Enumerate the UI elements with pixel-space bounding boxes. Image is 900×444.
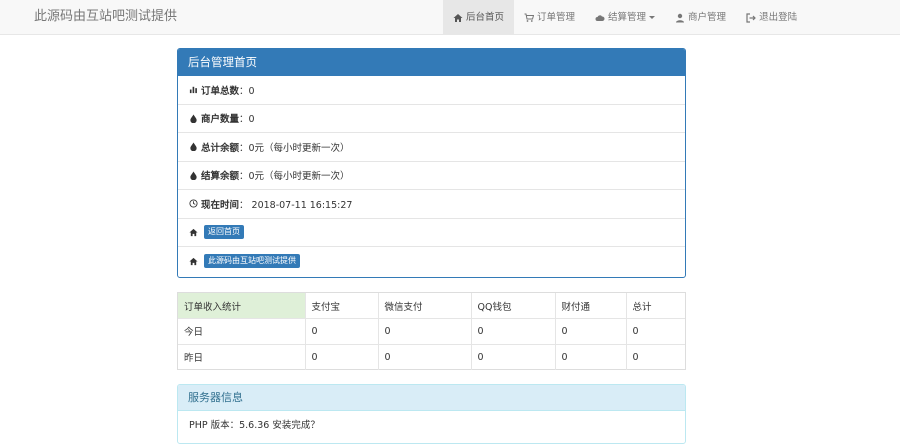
tint-icon	[190, 114, 197, 123]
list-item-total-balance: 总计余额 ：0元（每小时更新一次）	[178, 133, 685, 162]
table-header: 订单收入统计	[178, 293, 306, 319]
settle-balance-value: ：0元（每小时更新一次）	[239, 171, 350, 183]
table-cell: 0	[632, 351, 639, 363]
merchant-count-value: ：0	[239, 114, 255, 126]
admin-overview-panel: 后台管理首页 订单总数 ：0 商户数量 ：0 总计余额 ：0元（每小时更新一次）…	[177, 48, 686, 278]
list-item-source-link: 此源码由互站吧测试提供	[178, 247, 685, 276]
cloud-icon	[595, 14, 605, 21]
table-header: 微信支付	[378, 293, 472, 319]
list-item-merchant-count: 商户数量 ：0	[178, 105, 685, 133]
nav-merchants-label: 商户管理	[688, 11, 727, 23]
settle-balance-label: 结算余额	[201, 171, 240, 183]
nav-orders[interactable]: 订单管理	[514, 0, 585, 35]
table-header-row: 订单收入统计 支付宝 微信支付 QQ钱包 财付通 总计	[178, 293, 685, 319]
logout-icon	[746, 12, 756, 23]
nav-settlement[interactable]: 结算管理	[585, 0, 665, 35]
server-info-panel: 服务器信息 PHP 版本：5.6.36 安装完成？	[177, 384, 686, 444]
nav-logout[interactable]: 退出登陆	[736, 0, 807, 35]
panel-title: 后台管理首页	[178, 49, 685, 76]
table-cell: 今日	[178, 318, 306, 345]
home-icon	[189, 257, 198, 265]
table-cell: 0	[471, 318, 556, 345]
current-time-value: ： 2018-07-11 16:15:27	[239, 199, 353, 211]
table-header: 总计	[626, 293, 685, 319]
tint-icon	[190, 142, 197, 152]
total-balance-value: ：0元（每小时更新一次）	[239, 142, 350, 154]
table-header: 财付通	[555, 293, 627, 319]
list-item-current-time: 现在时间 ： 2018-07-11 16:15:27	[178, 190, 685, 219]
list-item-settle-balance: 结算余额 ：0元（每小时更新一次）	[178, 162, 685, 190]
source-provider-button[interactable]: 此源码由互站吧测试提供	[204, 254, 300, 269]
order-total-value: ：0	[239, 85, 255, 97]
chevron-down-icon	[649, 16, 656, 19]
table-cell: 0	[471, 344, 556, 370]
table-cell: 0	[305, 318, 379, 345]
tint-icon	[190, 171, 197, 180]
table-cell: 0	[555, 344, 627, 370]
nav-logout-label: 退出登陆	[759, 11, 798, 23]
table-header: 支付宝	[305, 293, 379, 319]
income-stats-table: 订单收入统计 支付宝 微信支付 QQ钱包 财付通 总计 今日 0 0 0 0 0…	[177, 292, 686, 370]
main-nav: 后台首页 订单管理 结算管理 商户管理 退出登陆	[443, 0, 807, 35]
server-info-title: 服务器信息	[178, 385, 685, 411]
brand-title[interactable]: 此源码由互站吧测试提供	[34, 0, 177, 35]
nav-home-label: 后台首页	[466, 11, 505, 23]
list-item-home-link: 返回首页	[178, 219, 685, 247]
stats-icon	[189, 87, 197, 94]
shopping-cart-icon	[524, 13, 535, 22]
merchant-count-label: 商户数量	[201, 114, 240, 126]
table-cell: 昨日	[178, 344, 306, 370]
top-navbar: 此源码由互站吧测试提供 后台首页 订单管理 结算管理 商户管理 退出登陆	[0, 0, 900, 35]
user-icon	[676, 13, 685, 22]
table-cell: 0	[626, 318, 685, 345]
total-balance-label: 总计余额	[201, 142, 240, 154]
table-row: 今日 0 0 0 0 0	[178, 318, 685, 345]
stats-table: 订单收入统计 支付宝 微信支付 QQ钱包 财付通 总计 今日 0 0 0 0 0…	[178, 293, 685, 370]
nav-merchants[interactable]: 商户管理	[665, 0, 736, 35]
list-item-order-total: 订单总数 ：0	[178, 76, 685, 105]
clock-icon	[189, 199, 198, 208]
nav-orders-label: 订单管理	[537, 11, 576, 23]
current-time-label: 现在时间	[201, 199, 240, 211]
table-cell: 0	[555, 318, 627, 345]
table-cell: 0	[378, 318, 472, 345]
nav-settlement-label: 结算管理	[608, 11, 647, 23]
table-cell: 0	[305, 344, 379, 370]
home-icon	[189, 228, 198, 236]
nav-home[interactable]: 后台首页	[443, 0, 515, 35]
home-icon	[453, 13, 463, 22]
order-total-label: 订单总数	[201, 85, 240, 97]
table-header: QQ钱包	[471, 293, 556, 319]
back-home-button[interactable]: 返回首页	[204, 225, 244, 240]
table-row: 昨日 0 0 0 0 0	[178, 344, 685, 370]
server-info-row: PHP 版本：5.6.36 安装完成？	[189, 420, 320, 431]
table-cell: 0	[378, 344, 472, 370]
